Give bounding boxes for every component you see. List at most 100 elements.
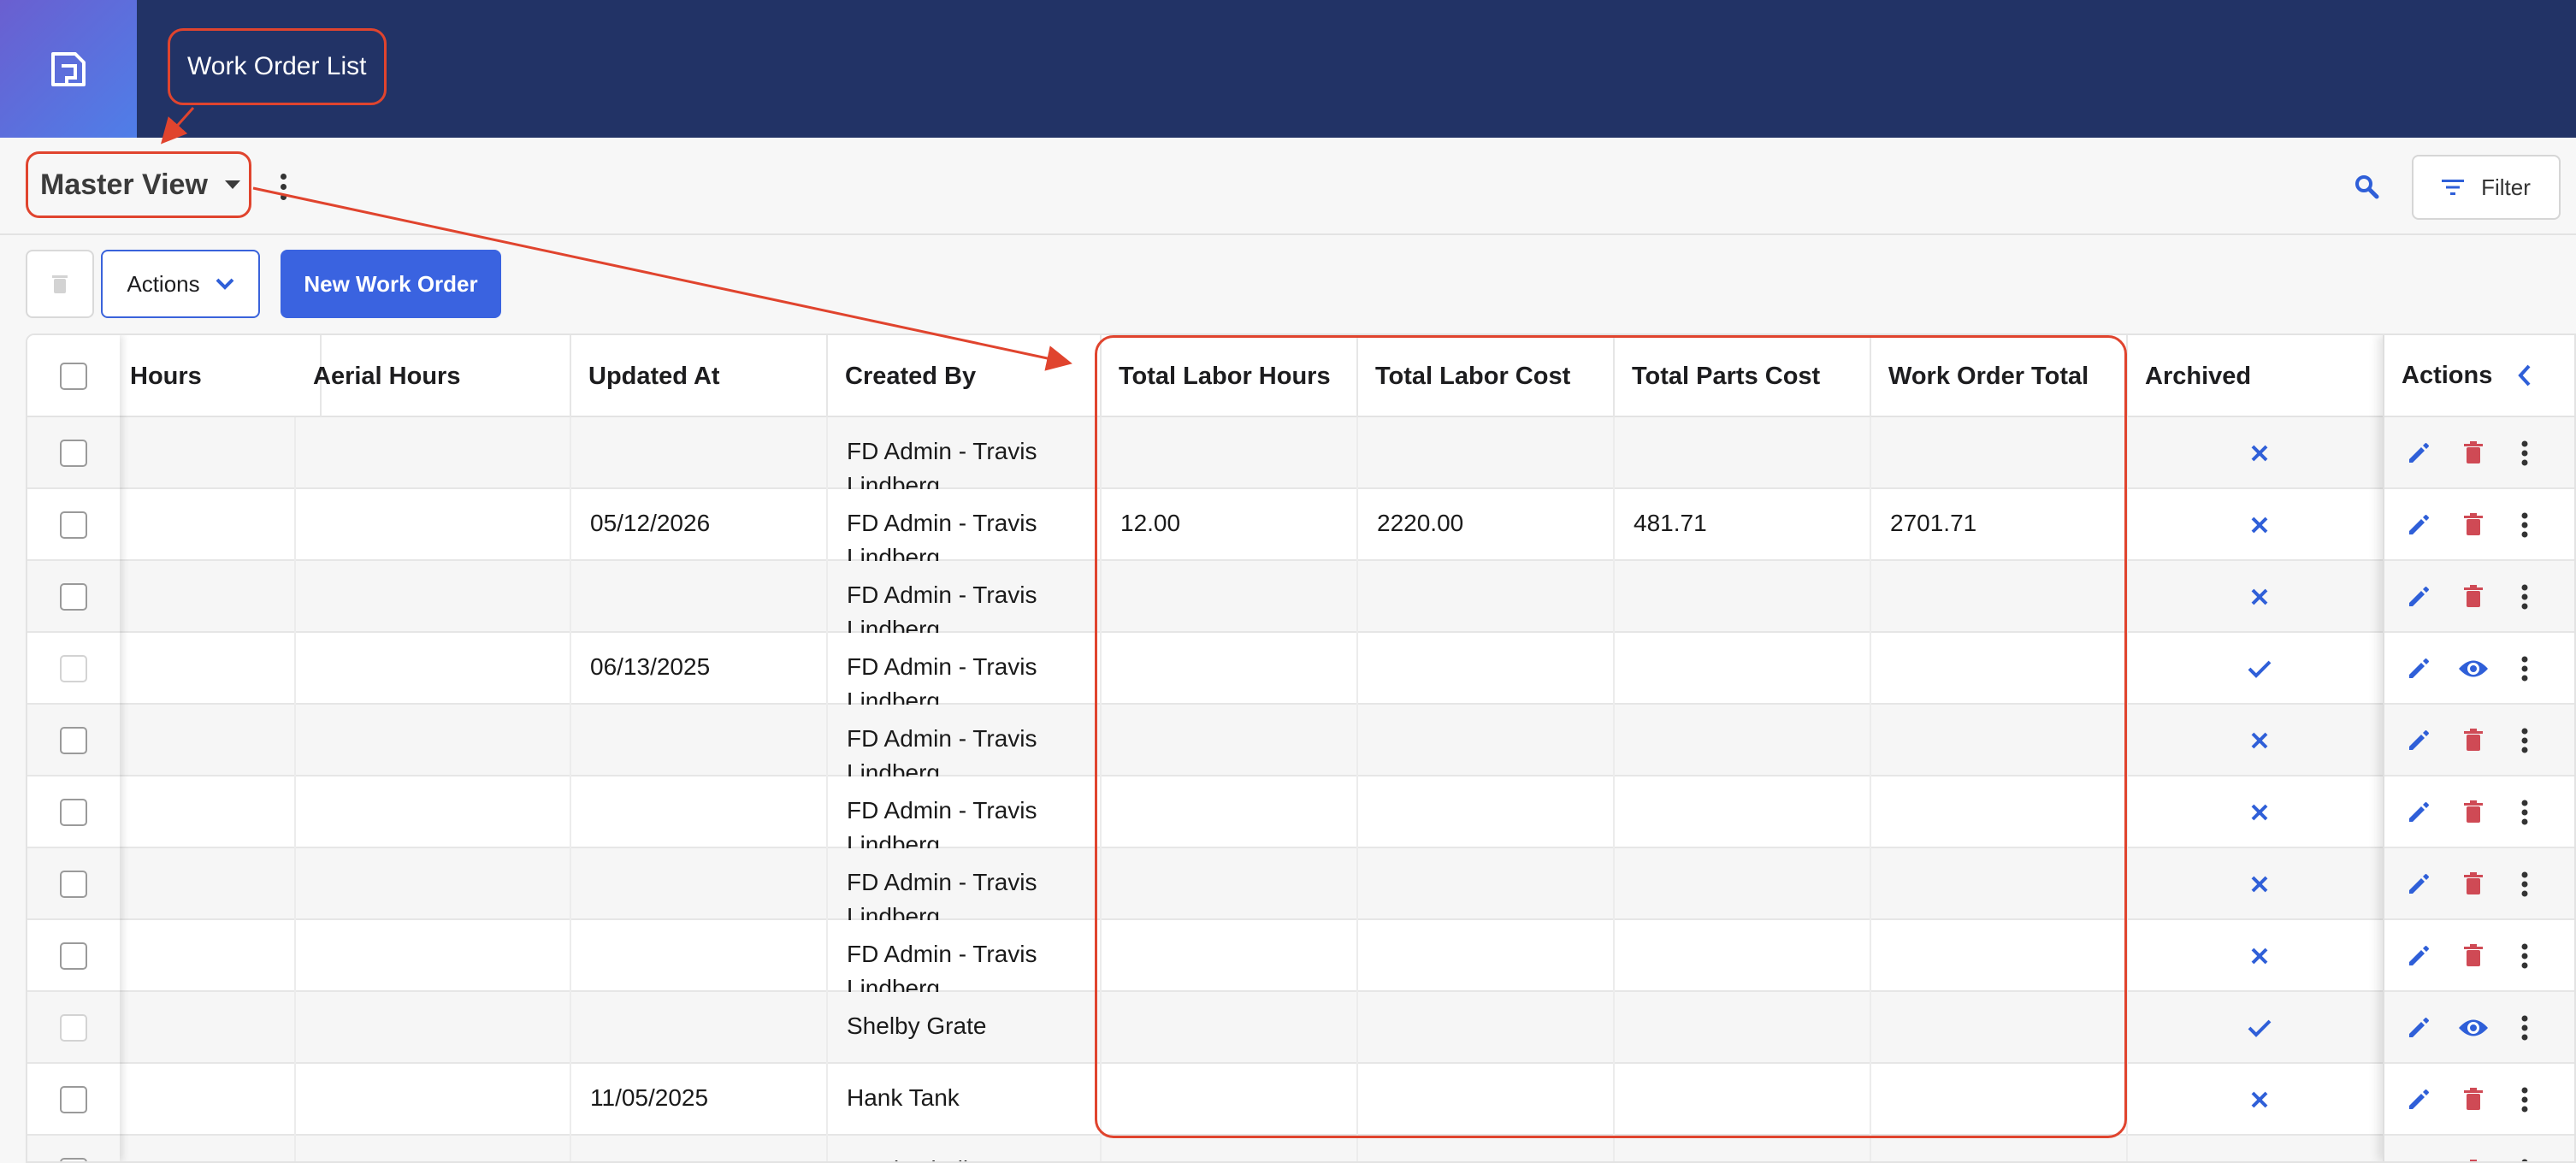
row-checkbox[interactable] bbox=[60, 583, 87, 611]
delete-icon[interactable] bbox=[2456, 795, 2490, 829]
bulk-delete-button[interactable] bbox=[26, 250, 94, 318]
column-header-aerial-hours[interactable]: Aerial Hours bbox=[296, 335, 571, 417]
table-row[interactable]: FD Admin - Travis Lindberg bbox=[27, 705, 2574, 776]
edit-icon[interactable] bbox=[2402, 508, 2436, 542]
delete-icon[interactable] bbox=[2456, 867, 2490, 901]
more-vert-icon[interactable] bbox=[2508, 1083, 2542, 1117]
actions-dropdown-button[interactable]: Actions bbox=[101, 250, 260, 318]
more-vert-icon[interactable] bbox=[2508, 652, 2542, 686]
cell-work-order-total bbox=[1871, 417, 2128, 489]
view-more-icon[interactable] bbox=[270, 167, 296, 206]
table-row[interactable]: FD Admin - Travis Lindberg bbox=[27, 920, 2574, 992]
cell-created-by: FD Admin - Travis Lindberg bbox=[828, 776, 1102, 848]
edit-icon[interactable] bbox=[2402, 1083, 2436, 1117]
table-row[interactable]: FD Admin - Travis Lindberg bbox=[27, 417, 2574, 489]
cell-work-order-total: 2701.71 bbox=[1871, 489, 2128, 561]
edit-icon[interactable] bbox=[2402, 867, 2436, 901]
app-logo[interactable] bbox=[0, 0, 137, 138]
column-header-total-parts-cost[interactable]: Total Parts Cost bbox=[1615, 335, 1871, 417]
search-icon[interactable] bbox=[2354, 174, 2379, 199]
cell-updated-at bbox=[571, 848, 828, 920]
cell-aerial-hours bbox=[296, 920, 571, 992]
delete-icon[interactable] bbox=[2456, 939, 2490, 973]
column-header-work-order-total[interactable]: Work Order Total bbox=[1871, 335, 2128, 417]
cell-updated-at bbox=[571, 561, 828, 633]
more-vert-icon[interactable] bbox=[2508, 867, 2542, 901]
archived-close-icon bbox=[2242, 705, 2277, 776]
edit-icon[interactable] bbox=[2402, 1011, 2436, 1045]
archived-close-icon bbox=[2242, 561, 2277, 633]
cell-total-parts-cost bbox=[1615, 705, 1871, 776]
filter-button[interactable]: Filter bbox=[2412, 155, 2561, 220]
more-vert-icon[interactable] bbox=[2508, 723, 2542, 758]
row-checkbox[interactable] bbox=[60, 871, 87, 898]
row-checkbox[interactable] bbox=[60, 511, 87, 539]
archived-close-icon bbox=[2242, 920, 2277, 992]
delete-icon[interactable] bbox=[2456, 508, 2490, 542]
row-checkbox[interactable] bbox=[60, 655, 87, 682]
delete-icon[interactable] bbox=[2456, 723, 2490, 758]
actions-column-header: Actions bbox=[2402, 361, 2493, 389]
table-row[interactable]: 11/05/2025 Hank Tank bbox=[27, 1064, 2574, 1136]
view-selector[interactable]: Master View bbox=[26, 151, 251, 218]
edit-icon[interactable] bbox=[2402, 436, 2436, 470]
edit-icon[interactable] bbox=[2402, 1154, 2436, 1161]
row-checkbox[interactable] bbox=[60, 1086, 87, 1113]
cell-hours bbox=[113, 705, 296, 776]
delete-icon[interactable] bbox=[2456, 1154, 2490, 1161]
table-row[interactable]: FD Admin - Travis Lindberg bbox=[27, 776, 2574, 848]
view-icon[interactable] bbox=[2456, 1011, 2490, 1045]
column-header-total-labor-cost[interactable]: Total Labor Cost bbox=[1358, 335, 1615, 417]
cell-created-by: Shelby Grate bbox=[828, 992, 1102, 1064]
cell-work-order-total bbox=[1871, 633, 2128, 705]
row-checkbox[interactable] bbox=[60, 1158, 87, 1161]
column-header-archived[interactable]: Archived bbox=[2128, 335, 2384, 417]
view-icon[interactable] bbox=[2456, 652, 2490, 686]
row-checkbox[interactable] bbox=[60, 1014, 87, 1042]
new-work-order-button[interactable]: New Work Order bbox=[281, 250, 501, 318]
column-header-updated-at[interactable]: Updated At bbox=[571, 335, 828, 417]
more-vert-icon[interactable] bbox=[2508, 580, 2542, 614]
edit-icon[interactable] bbox=[2402, 795, 2436, 829]
column-header-hours[interactable]: Hours bbox=[113, 335, 322, 417]
cell-total-parts-cost bbox=[1615, 417, 1871, 489]
cell-hours bbox=[113, 633, 296, 705]
row-checkbox[interactable] bbox=[60, 942, 87, 970]
edit-icon[interactable] bbox=[2402, 580, 2436, 614]
delete-icon[interactable] bbox=[2456, 580, 2490, 614]
cell-total-parts-cost bbox=[1615, 920, 1871, 992]
cell-hours bbox=[113, 561, 296, 633]
cell-aerial-hours bbox=[296, 705, 571, 776]
edit-icon[interactable] bbox=[2402, 939, 2436, 973]
table-row[interactable]: 06/13/2025 FD Admin - Travis Lindberg bbox=[27, 633, 2574, 705]
chevron-left-icon[interactable] bbox=[2518, 364, 2532, 387]
more-vert-icon[interactable] bbox=[2508, 1011, 2542, 1045]
column-header-total-labor-hours[interactable]: Total Labor Hours bbox=[1102, 335, 1358, 417]
cell-total-labor-cost bbox=[1358, 633, 1615, 705]
cell-total-labor-hours bbox=[1102, 992, 1358, 1064]
row-checkbox[interactable] bbox=[60, 727, 87, 754]
column-header-created-by[interactable]: Created By bbox=[828, 335, 1102, 417]
select-all-checkbox[interactable] bbox=[60, 363, 87, 390]
table-row[interactable]: 05/12/2026 FD Admin - Travis Lindberg 12.0… bbox=[27, 489, 2574, 561]
row-checkbox[interactable] bbox=[60, 440, 87, 467]
table-row[interactable]: Shelby Grate bbox=[27, 992, 2574, 1064]
table-row[interactable]: FD Admin - Travis Lindberg bbox=[27, 561, 2574, 633]
row-checkbox[interactable] bbox=[60, 799, 87, 826]
edit-icon[interactable] bbox=[2402, 723, 2436, 758]
trash-icon bbox=[52, 275, 68, 293]
edit-icon[interactable] bbox=[2402, 652, 2436, 686]
more-vert-icon[interactable] bbox=[2508, 795, 2542, 829]
archived-check-icon bbox=[2242, 633, 2277, 705]
more-vert-icon[interactable] bbox=[2508, 939, 2542, 973]
cell-aerial-hours bbox=[296, 417, 571, 489]
cell-total-labor-cost bbox=[1358, 848, 1615, 920]
table-row[interactable]: FD Admin - Travis Lindberg bbox=[27, 848, 2574, 920]
delete-icon[interactable] bbox=[2456, 1083, 2490, 1117]
cell-created-by: FD Admin - Travis Lindberg bbox=[828, 561, 1102, 633]
table-row[interactable]: Travis Lindberg bbox=[27, 1136, 2574, 1161]
delete-icon[interactable] bbox=[2456, 436, 2490, 470]
more-vert-icon[interactable] bbox=[2508, 436, 2542, 470]
more-vert-icon[interactable] bbox=[2508, 508, 2542, 542]
more-vert-icon[interactable] bbox=[2508, 1154, 2542, 1161]
